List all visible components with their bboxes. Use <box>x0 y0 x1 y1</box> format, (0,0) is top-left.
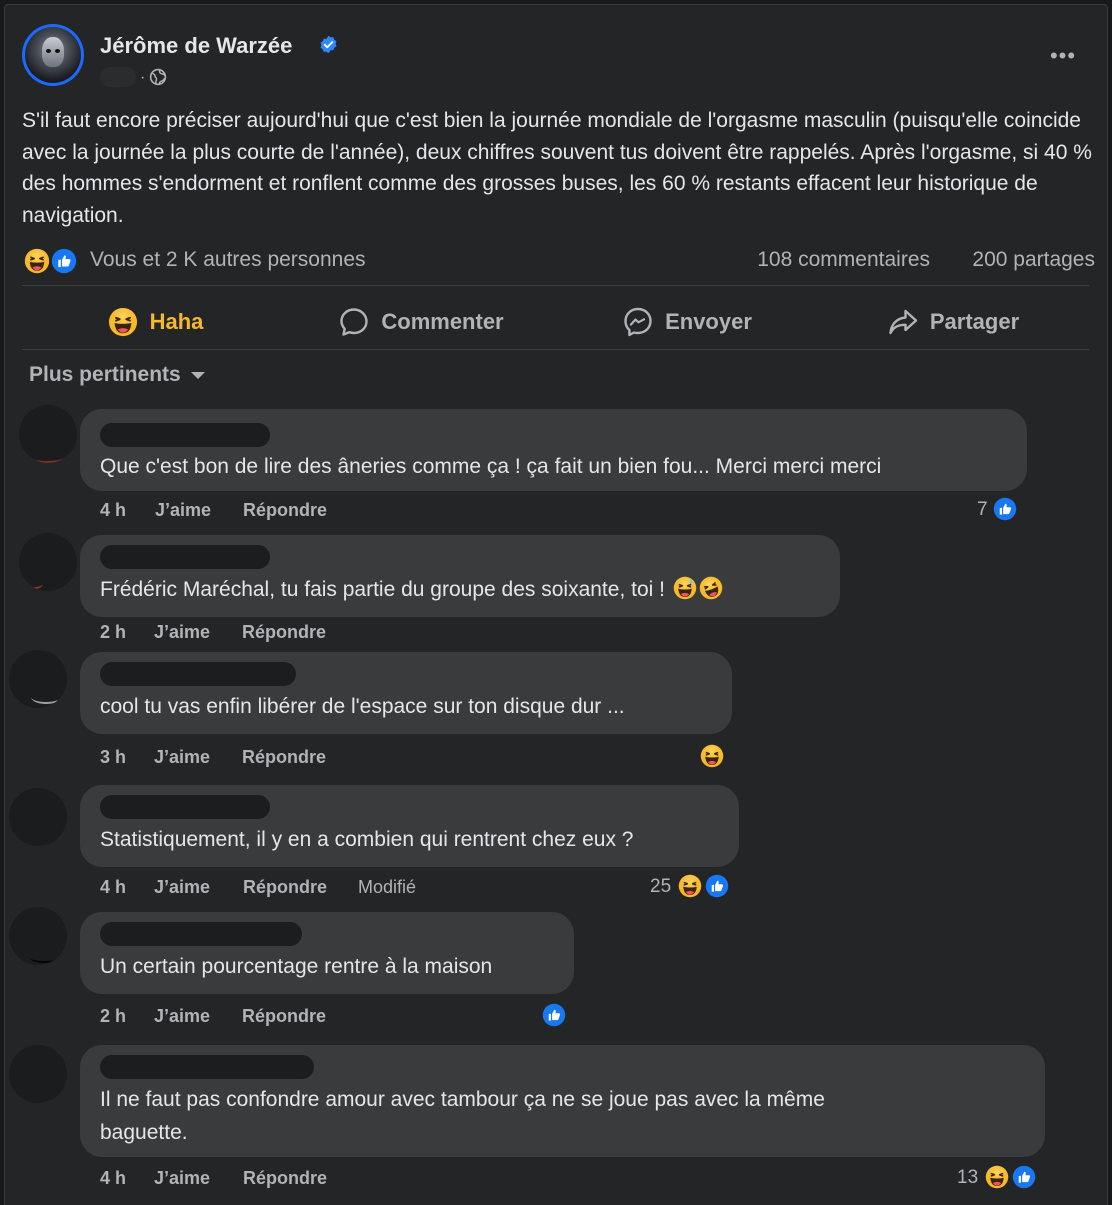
commenter-name-redacted[interactable] <box>100 662 296 686</box>
haha-icon <box>698 742 726 770</box>
haha-label: Haha <box>149 309 204 334</box>
haha-button[interactable]: Haha <box>22 293 288 351</box>
comment-time[interactable]: 4 h <box>100 500 126 521</box>
comment-text: Que c'est bon de lire des âneries comme … <box>100 455 882 478</box>
commenter-name-redacted[interactable] <box>100 795 270 819</box>
share-icon <box>889 309 918 335</box>
comment-bubble: Que c'est bon de lire des âneries comme … <box>80 409 1027 491</box>
comment-avatar[interactable] <box>9 1045 67 1103</box>
comment-icon <box>340 308 369 336</box>
author-avatar[interactable] <box>22 24 84 86</box>
comment-time[interactable]: 4 h <box>100 1168 126 1189</box>
comment-text-line-2: baguette. <box>100 1121 188 1144</box>
comment-label: Commenter <box>381 309 504 334</box>
comment-time[interactable]: 2 h <box>100 622 126 643</box>
comment-avatar[interactable] <box>19 405 77 463</box>
more-options-button[interactable]: ••• <box>1043 41 1083 71</box>
commenter-name-redacted[interactable] <box>100 423 270 447</box>
comment-bubble: Un certain pourcentage rentre à la maiso… <box>80 912 574 994</box>
comment-reactions[interactable]: 25 <box>650 872 735 902</box>
sort-dropdown[interactable]: Plus pertinents <box>29 363 205 387</box>
reply-link[interactable]: Répondre <box>242 1006 326 1027</box>
like-icon <box>1010 1163 1038 1191</box>
reply-link[interactable]: Répondre <box>243 877 327 898</box>
comment-avatar[interactable] <box>9 907 67 965</box>
comment-text: Frédéric Maréchal, tu fais partie du gro… <box>100 578 671 601</box>
reply-link[interactable]: Répondre <box>243 500 327 521</box>
send-button[interactable]: Envoyer <box>554 293 820 351</box>
like-icon <box>991 495 1019 523</box>
like-icon <box>540 1001 568 1029</box>
post-card: Jérôme de Warzée · ••• S'il faut encore … <box>4 4 1108 1205</box>
comment-reactions[interactable] <box>540 1001 570 1031</box>
sweat-smile-emoji-icon <box>672 576 697 600</box>
comment-time[interactable]: 3 h <box>100 747 126 768</box>
separator-dot: · <box>140 69 146 86</box>
comment-text: Statistiquement, il y en a combien qui r… <box>100 828 634 851</box>
divider-top <box>22 285 1089 286</box>
share-button[interactable]: Partager <box>820 293 1086 351</box>
comment-text-line-1: Il ne faut pas confondre amour avec tamb… <box>100 1088 825 1111</box>
author-name[interactable]: Jérôme de Warzée <box>100 33 292 59</box>
like-icon <box>703 872 731 900</box>
comment-text: cool tu vas enfin libérer de l'espace su… <box>100 695 625 718</box>
comments-count[interactable]: 108 commentaires <box>757 248 930 272</box>
messenger-icon <box>624 307 652 337</box>
divider-bottom <box>22 349 1089 350</box>
send-label: Envoyer <box>665 309 752 334</box>
like-icon <box>49 246 79 276</box>
sort-label: Plus pertinents <box>29 363 181 386</box>
like-link[interactable]: J’aime <box>154 877 210 898</box>
commenter-name-redacted[interactable] <box>100 922 302 946</box>
reaction-count: 13 <box>957 1167 979 1188</box>
reaction-count: 7 <box>977 499 988 520</box>
comment-time[interactable]: 4 h <box>100 877 126 898</box>
rofl-emoji-icon <box>695 572 726 604</box>
comment-reactions[interactable]: 7 <box>975 495 1035 525</box>
comment-bubble: Frédéric Maréchal, tu fais partie du gro… <box>80 535 840 617</box>
commenter-name-redacted[interactable] <box>100 1055 314 1079</box>
edited-label: Modifié <box>358 877 417 897</box>
haha-icon <box>107 307 138 337</box>
comment-bubble: Statistiquement, il y en a combien qui r… <box>80 785 739 867</box>
post-text: S'il faut encore préciser aujourd'hui qu… <box>22 109 1098 227</box>
like-link[interactable]: J’aime <box>154 1006 210 1027</box>
reply-link[interactable]: Répondre <box>243 1168 327 1189</box>
comment-bubble: cool tu vas enfin libérer de l'espace su… <box>80 652 732 734</box>
post-subline: · <box>100 65 180 89</box>
comment-bubble: Il ne faut pas confondre amour avec tamb… <box>80 1045 1045 1157</box>
action-bar: Haha Commenter Envoyer Partager <box>22 293 1089 351</box>
reply-link[interactable]: Répondre <box>242 747 326 768</box>
comment-avatar[interactable] <box>9 650 67 708</box>
comment-reactions[interactable] <box>698 742 730 772</box>
reaction-count: 25 <box>650 876 672 897</box>
reactions-text[interactable]: Vous et 2 K autres personnes <box>90 248 366 272</box>
comment-text: Un certain pourcentage rentre à la maiso… <box>100 955 493 978</box>
comment-avatar[interactable] <box>19 533 77 591</box>
haha-icon <box>983 1163 1011 1191</box>
reply-link[interactable]: Répondre <box>242 622 326 643</box>
like-link[interactable]: J’aime <box>155 500 211 521</box>
comment-time[interactable]: 2 h <box>100 1006 126 1027</box>
haha-icon <box>676 872 704 900</box>
shares-count[interactable]: 200 partages <box>972 248 1095 272</box>
comment-reactions[interactable]: 13 <box>957 1163 1042 1193</box>
commenter-name-redacted[interactable] <box>100 545 270 569</box>
comment-text-line: Frédéric Maréchal, tu fais partie du gro… <box>100 572 726 606</box>
comment-avatar[interactable] <box>9 788 67 846</box>
reaction-summary: Vous et 2 K autres personnes 108 comment… <box>22 245 1102 277</box>
globe-icon[interactable] <box>149 68 167 86</box>
verified-badge-icon <box>320 35 337 54</box>
timestamp-redacted[interactable] <box>100 67 136 87</box>
haha-icon <box>22 246 52 276</box>
avatar-image <box>25 27 81 83</box>
comment-button[interactable]: Commenter <box>288 293 554 351</box>
share-label: Partager <box>929 309 1020 334</box>
like-link[interactable]: J’aime <box>154 1168 210 1189</box>
reaction-icons[interactable] <box>22 246 84 276</box>
like-link[interactable]: J’aime <box>154 747 210 768</box>
sort-caret-icon <box>190 371 205 379</box>
like-link[interactable]: J’aime <box>154 622 210 643</box>
